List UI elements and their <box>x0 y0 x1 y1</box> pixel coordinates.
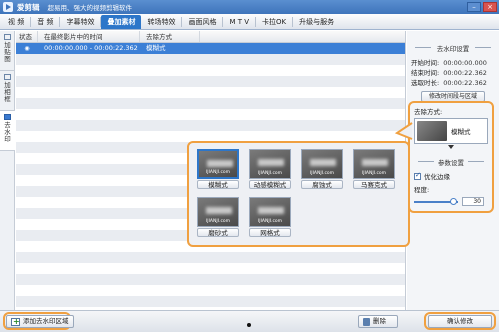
optimize-edge-checkbox[interactable] <box>414 171 421 180</box>
row-time: 00:00:00.000 - 00:00:22.362 <box>44 44 138 52</box>
method-option-label: 腐蚀式 <box>301 180 343 189</box>
empty-row <box>16 76 405 87</box>
section-title: 去水印设置 <box>407 43 499 53</box>
method-value: 模糊式 <box>451 128 471 136</box>
add-region-icon <box>11 316 20 327</box>
header-method[interactable]: 去除方式 <box>140 31 200 42</box>
delete-button-label: 删除 <box>373 317 386 325</box>
empty-row <box>16 296 405 307</box>
degree-label: 程度: <box>414 186 430 194</box>
confirm-modify-button[interactable]: 确认修改 <box>428 315 492 328</box>
empty-row <box>16 87 405 98</box>
method-option-motion-blur[interactable]: IJIANJI.com 动感模糊式 <box>249 149 291 190</box>
method-preview-image: IJIANJI.com <box>249 197 291 227</box>
side-tab-label: 加 相 框 <box>4 81 11 103</box>
optimize-edge-label: 优化边缘 <box>424 173 450 181</box>
end-time-label: 结束时间: <box>411 69 440 77</box>
method-preview-image: IJIANJI.com <box>249 149 291 179</box>
row-method: 模糊式 <box>146 44 166 52</box>
method-option-erosion[interactable]: IJIANJI.com 腐蚀式 <box>301 149 343 190</box>
method-option-mosaic[interactable]: IJIANJI.com 马赛克式 <box>353 149 395 190</box>
tab-upgrade-service[interactable]: 升级与服务 <box>293 15 340 29</box>
app-name: 爱剪辑 <box>17 2 40 12</box>
empty-row <box>16 120 405 131</box>
side-tab-remove-watermark[interactable]: 去 水 印 <box>0 111 15 151</box>
sticker-icon <box>4 34 11 40</box>
degree-slider[interactable] <box>414 197 458 205</box>
side-tab-add-sticker[interactable]: 加 贴 图 <box>0 31 15 71</box>
popup-pointer <box>394 122 413 140</box>
header-status[interactable]: 状态 <box>16 31 38 42</box>
empty-row <box>16 65 405 76</box>
start-time-value: 00:00:00.000 <box>443 59 487 67</box>
tab-transition-effects[interactable]: 转场特效 <box>141 15 181 29</box>
status-icon: ◉ <box>24 45 30 52</box>
degree-input[interactable]: 30 <box>462 197 484 206</box>
title-bar: 爱剪辑 超易用、强大的视频剪辑软件 – × <box>0 0 499 14</box>
side-tab-label: 加 贴 图 <box>4 41 11 63</box>
method-option-label: 网格式 <box>249 228 291 237</box>
side-tab-label: 去 水 印 <box>4 121 11 143</box>
empty-row <box>16 285 405 296</box>
method-preview-image: IJIANJI.com <box>301 149 343 179</box>
method-option-label: 动感模糊式 <box>249 180 291 189</box>
add-watermark-region-button[interactable]: 添加去水印区域 <box>6 315 74 328</box>
header-time[interactable]: 在最终影片中的时间 <box>38 31 140 42</box>
side-tab-add-frame[interactable]: 加 相 框 <box>0 71 15 111</box>
frame-icon <box>4 74 11 80</box>
trash-icon <box>363 317 370 326</box>
method-preview-image: IJIANJI.com <box>353 149 395 179</box>
list-header: 状态 在最终影片中的时间 去除方式 <box>16 31 405 43</box>
method-option-frosted[interactable]: IJIANJI.com 磨砂式 <box>197 197 239 238</box>
app-slogan: 超易用、强大的视频剪辑软件 <box>47 4 133 12</box>
method-preview-image: IJIANJI.com <box>197 149 239 179</box>
method-preview-image: IJIANJI.com <box>197 197 239 227</box>
method-option-label: 磨砂式 <box>197 228 239 237</box>
main-tabs: 视 频 音 频 字幕特效 叠加素材 转场特效 画面风格 M T V 卡拉OK 升… <box>0 14 499 30</box>
empty-row <box>16 252 405 263</box>
watermark-icon <box>4 114 11 120</box>
add-button-label: 添加去水印区域 <box>23 317 69 325</box>
tab-video[interactable]: 视 频 <box>2 15 30 29</box>
end-time-value: 00:00:22.362 <box>443 69 487 77</box>
page-indicator-dot <box>247 323 251 327</box>
slider-handle[interactable] <box>449 197 457 205</box>
empty-row <box>16 109 405 120</box>
method-label: 去除方式: <box>414 108 443 116</box>
empty-row <box>16 54 405 65</box>
method-option-label: 模糊式 <box>197 180 239 189</box>
close-button[interactable]: × <box>483 2 497 12</box>
list-item[interactable]: ◉ 00:00:00.000 - 00:00:22.362 模糊式 <box>16 43 405 54</box>
minimize-button[interactable]: – <box>467 2 481 12</box>
empty-row <box>16 274 405 285</box>
chevron-down-icon[interactable] <box>448 145 454 149</box>
tab-audio[interactable]: 音 频 <box>31 15 59 29</box>
app-logo-icon <box>3 2 13 12</box>
duration-label: 选取时长: <box>411 79 440 87</box>
method-option-grid[interactable]: IJIANJI.com 网格式 <box>249 197 291 238</box>
duration-value: 00:00:22.362 <box>443 79 487 87</box>
method-preview-image <box>417 121 447 141</box>
empty-row <box>16 98 405 109</box>
method-settings-box: 去除方式: 模糊式 参数设置 优化边缘 程度: 30 <box>408 101 494 213</box>
tab-karaoke[interactable]: 卡拉OK <box>256 15 292 29</box>
removal-method-popup: IJIANJI.com 模糊式 IJIANJI.com 动感模糊式 IJIANJ… <box>187 141 410 247</box>
tab-overlay-material[interactable]: 叠加素材 <box>101 15 142 29</box>
empty-row <box>16 263 405 274</box>
side-tabs: 加 贴 图 加 相 框 去 水 印 <box>0 31 15 310</box>
tab-picture-style[interactable]: 画面风格 <box>182 15 222 29</box>
method-select[interactable]: 模糊式 <box>414 118 488 144</box>
param-title: 参数设置 <box>410 157 492 167</box>
method-option-label: 马赛克式 <box>353 180 395 189</box>
tab-subtitle-effects[interactable]: 字幕特效 <box>60 15 100 29</box>
delete-button[interactable]: 删除 <box>358 315 398 328</box>
start-time-label: 开始时间: <box>411 59 440 67</box>
tab-mtv[interactable]: M T V <box>223 15 255 29</box>
method-option-blur[interactable]: IJIANJI.com 模糊式 <box>197 149 239 190</box>
